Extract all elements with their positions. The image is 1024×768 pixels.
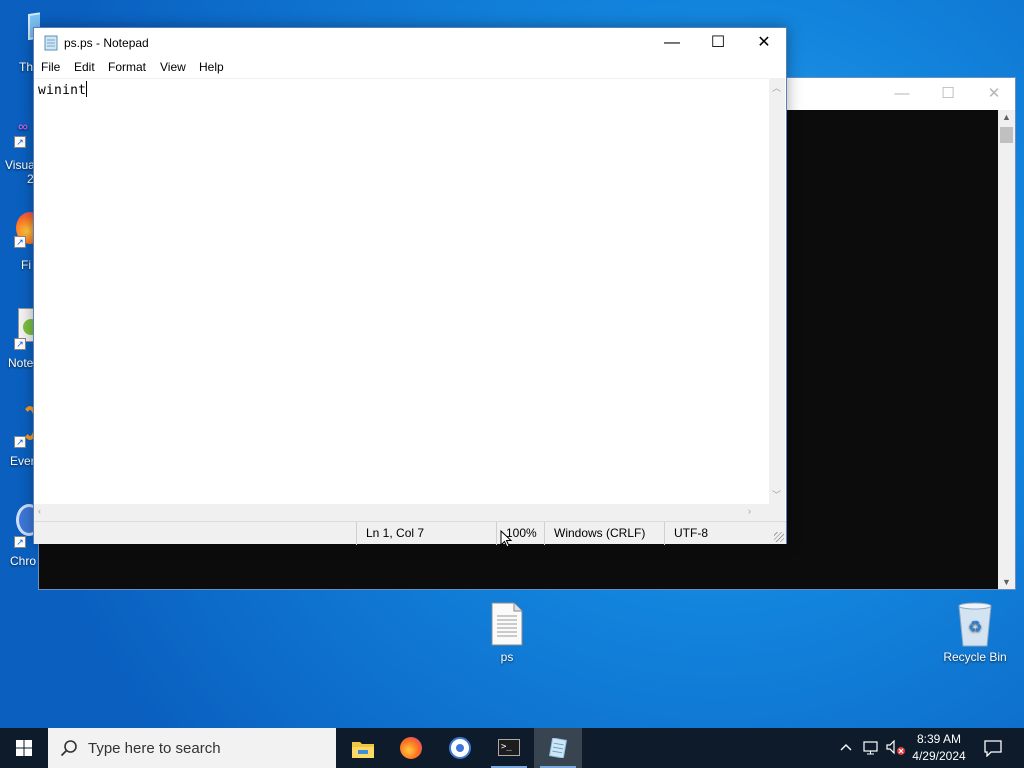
mouse-pointer-icon <box>500 529 513 548</box>
clock[interactable]: 8:39 AM 4/29/2024 <box>910 728 968 768</box>
chrome-label: Chro <box>10 554 37 568</box>
show-hidden-icons-button[interactable] <box>836 728 856 768</box>
notepad-status-bar: Ln 1, Col 7 100% Windows (CRLF) UTF-8 <box>34 521 786 545</box>
scroll-up-arrow-icon[interactable]: ▲ <box>1002 112 1011 122</box>
recycle-bin-label: Recycle Bin <box>943 650 1007 664</box>
shortcut-arrow-icon: ↗ <box>14 136 26 148</box>
notepad-plus-plus-label: Note <box>8 356 34 370</box>
chevron-up-icon <box>840 744 852 751</box>
text-file-icon <box>487 602 527 646</box>
firefox-icon <box>400 737 422 759</box>
notification-icon <box>984 740 1002 757</box>
shortcut-arrow-icon: ↗ <box>14 236 26 248</box>
desktop-icon-ps-file[interactable]: ps <box>470 602 544 664</box>
menu-edit[interactable]: Edit <box>74 60 95 74</box>
windows-logo-icon <box>16 740 32 756</box>
console-close-button[interactable]: ✕ <box>971 78 1017 110</box>
notepad-close-button[interactable]: ✕ <box>741 28 787 58</box>
taskbar-notepad[interactable] <box>534 728 582 768</box>
notepad-window[interactable]: ps.ps - Notepad — ☐ ✕ File Edit Format V… <box>33 27 787 545</box>
status-line-ending: Windows (CRLF) <box>544 522 664 545</box>
search-icon <box>60 740 77 757</box>
shortcut-arrow-icon: ↗ <box>14 338 26 350</box>
taskbar: Type here to search >_ 8:39 AM 4/29/2024 <box>0 728 1024 768</box>
ps-file-label: ps <box>500 650 514 664</box>
scroll-thumb[interactable] <box>1000 127 1013 143</box>
volume-muted-icon <box>886 740 905 755</box>
notepad-window-title: ps.ps - Notepad <box>64 36 149 50</box>
clock-time: 8:39 AM <box>916 732 962 746</box>
scroll-left-arrow-icon[interactable]: ‹ <box>38 506 41 516</box>
status-encoding: UTF-8 <box>664 522 774 545</box>
network-status-button[interactable] <box>860 728 882 768</box>
shortcut-arrow-icon: ↗ <box>14 436 26 448</box>
desktop-icon-recycle-bin[interactable]: ♻ Recycle Bin <box>938 602 1012 664</box>
everything-label: Ever <box>10 454 35 468</box>
file-explorer-icon <box>352 742 374 758</box>
console-minimize-button[interactable]: — <box>879 78 925 110</box>
action-center-button[interactable] <box>978 728 1008 768</box>
this-pc-label: Th <box>19 60 34 74</box>
notepad-icon <box>548 738 568 758</box>
notepad-app-icon <box>43 35 59 51</box>
taskbar-firefox[interactable] <box>387 728 435 768</box>
notepad-text-area[interactable]: winint <box>34 78 771 521</box>
firefox-label: Fi <box>21 258 31 272</box>
scroll-right-arrow-icon[interactable]: › <box>748 506 751 516</box>
terminal-icon: >_ <box>498 739 520 756</box>
menu-help[interactable]: Help <box>199 60 224 74</box>
menu-file[interactable]: File <box>41 60 60 74</box>
clock-date: 4/29/2024 <box>912 749 966 763</box>
shortcut-arrow-icon: ↗ <box>14 536 26 548</box>
scroll-down-arrow-icon[interactable]: ▼ <box>1002 577 1011 587</box>
menu-format[interactable]: Format <box>108 60 146 74</box>
chrome-icon <box>449 737 471 759</box>
svg-text:♻: ♻ <box>968 617 982 636</box>
taskbar-search-box[interactable]: Type here to search <box>48 728 336 768</box>
menu-view[interactable]: View <box>160 60 186 74</box>
scrollbar-corner <box>769 504 785 521</box>
notepad-maximize-button[interactable]: ☐ <box>695 28 741 58</box>
console-vertical-scrollbar[interactable]: ▲ ▼ <box>998 110 1015 589</box>
notepad-horizontal-scrollbar[interactable]: ‹ › <box>34 504 771 521</box>
text-caret <box>86 81 88 97</box>
taskbar-terminal[interactable]: >_ <box>485 728 533 768</box>
scroll-down-arrow-icon[interactable]: ﹀ <box>772 488 781 501</box>
start-button[interactable] <box>0 728 48 768</box>
notepad-vertical-scrollbar[interactable]: ︿ ﹀ <box>769 78 785 521</box>
volume-button[interactable] <box>884 728 908 768</box>
visual-studio-label: Visua <box>5 158 35 172</box>
notepad-text-content: winint <box>38 83 87 98</box>
notepad-menu-bar: File Edit Format View Help <box>34 58 786 78</box>
notepad-title-bar[interactable]: ps.ps - Notepad — ☐ ✕ <box>34 28 786 58</box>
resize-grip-icon[interactable] <box>774 532 784 542</box>
status-cursor-position: Ln 1, Col 7 <box>356 522 496 545</box>
console-maximize-button[interactable]: ☐ <box>925 78 971 110</box>
taskbar-file-explorer[interactable] <box>338 728 386 768</box>
taskbar-chrome[interactable] <box>436 728 484 768</box>
search-placeholder: Type here to search <box>88 740 221 757</box>
recycle-bin-icon: ♻ <box>955 602 995 647</box>
scroll-up-arrow-icon[interactable]: ︿ <box>772 81 781 94</box>
notepad-minimize-button[interactable]: — <box>649 28 695 58</box>
network-icon <box>863 741 878 755</box>
